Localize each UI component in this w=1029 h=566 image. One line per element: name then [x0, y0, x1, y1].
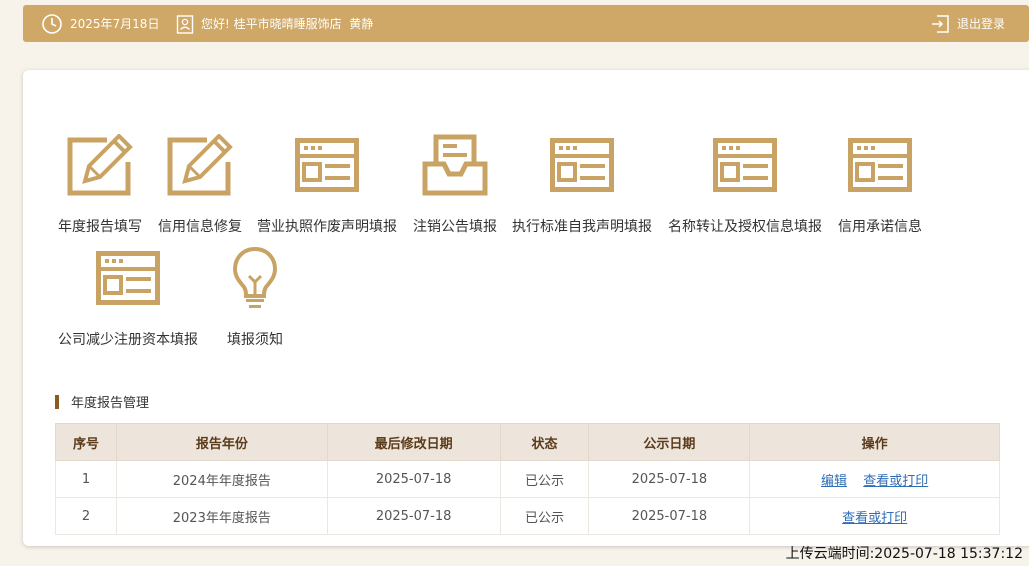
user-name: 黄静: [349, 17, 374, 31]
upload-time: 上传云端时间:2025-07-18 15:37:12: [785, 546, 1023, 562]
cell-status: 已公示: [499, 460, 590, 498]
cell-year: 2023年年度报告: [115, 497, 328, 535]
tile-credit-commitment[interactable]: 信用承诺信息: [838, 132, 922, 236]
edit-icon: [167, 134, 233, 196]
view-print-link[interactable]: 查看或打印: [842, 511, 907, 526]
cell-year: 2024年年度报告: [115, 460, 328, 498]
tile-label: 营业执照作废声明填报: [257, 219, 397, 235]
tile-annual-report[interactable]: 年度报告填写: [58, 132, 142, 236]
tile-label: 公司减少注册资本填报: [58, 332, 198, 348]
lightbulb-icon: [232, 246, 278, 308]
section-title: 年度报告管理: [55, 392, 149, 411]
tile-label: 年度报告填写: [58, 219, 142, 235]
greeting: 您好! 桂平市晓晴睡服饰店 黄静: [176, 14, 373, 34]
date-text: 2025年7月18日: [70, 17, 160, 31]
table-row: 2 2023年年度报告 2025-07-18 已公示 2025-07-18 查看…: [55, 497, 1000, 535]
form-window-icon: [550, 138, 614, 192]
cell-actions: 编辑 查看或打印: [749, 460, 1000, 498]
tile-capital-reduction[interactable]: 公司减少注册资本填报: [58, 245, 198, 349]
logout-label: 退出登录: [956, 17, 1005, 31]
section-marker: [55, 394, 59, 409]
cell-actions: 查看或打印: [749, 497, 1000, 535]
form-window-icon: [713, 138, 777, 192]
column-header: 状态: [499, 423, 590, 461]
tile-label: 执行标准自我声明填报: [512, 219, 652, 235]
column-header: 报告年份: [115, 423, 328, 461]
clock-icon: [42, 13, 62, 34]
table-row: 1 2024年年度报告 2025-07-18 已公示 2025-07-18 编辑…: [55, 460, 1000, 498]
cell-published: 2025-07-18: [588, 497, 751, 535]
tile-license-void[interactable]: 营业执照作废声明填报: [257, 132, 397, 236]
tile-label: 信用承诺信息: [838, 219, 922, 235]
view-print-link[interactable]: 查看或打印: [863, 474, 928, 489]
greeting-text: 您好! 桂平市晓晴睡服饰店: [201, 17, 342, 31]
tile-name-transfer[interactable]: 名称转让及授权信息填报: [668, 132, 822, 236]
cell-no: 2: [55, 497, 117, 535]
annual-report-table: 序号 报告年份 最后修改日期 状态 公示日期 操作 1 2024年年度报告 20…: [55, 423, 1000, 535]
tile-credit-repair[interactable]: 信用信息修复: [158, 132, 242, 236]
badge-icon: [176, 14, 194, 34]
cell-no: 1: [55, 460, 117, 498]
cell-status: 已公示: [499, 497, 590, 535]
tile-label: 信用信息修复: [158, 219, 242, 235]
table-header-row: 序号 报告年份 最后修改日期 状态 公示日期 操作: [55, 423, 1000, 461]
form-window-icon: [848, 138, 912, 192]
tile-label: 名称转让及授权信息填报: [668, 219, 822, 235]
logout-icon: [931, 14, 949, 33]
tile-standard-declaration[interactable]: 执行标准自我声明填报: [512, 132, 652, 236]
tile-cancellation-notice[interactable]: 注销公告填报: [413, 132, 497, 236]
cell-modified: 2025-07-18: [326, 460, 501, 498]
column-header: 操作: [749, 423, 1000, 461]
logout-button[interactable]: 退出登录: [930, 14, 1005, 34]
section-title-text: 年度报告管理: [71, 396, 150, 411]
tile-filing-guide[interactable]: 填报须知: [220, 245, 290, 349]
date-display: 2025年7月18日: [41, 13, 159, 35]
tile-label: 注销公告填报: [413, 219, 497, 235]
form-window-icon: [295, 138, 359, 192]
main-card: 年度报告填写 信用信息修复 营业执照作废声明填报 注销公告填报 执行标准自我声明…: [23, 70, 1029, 546]
column-header: 最后修改日期: [326, 423, 501, 461]
cell-published: 2025-07-18: [588, 460, 751, 498]
column-header: 序号: [55, 423, 117, 461]
inbox-tray-icon: [422, 134, 488, 196]
tile-label: 填报须知: [227, 332, 283, 348]
column-header: 公示日期: [588, 423, 751, 461]
cell-modified: 2025-07-18: [326, 497, 501, 535]
top-bar: 2025年7月18日 您好! 桂平市晓晴睡服饰店 黄静 退出登录: [23, 5, 1029, 42]
edit-link[interactable]: 编辑: [821, 474, 847, 489]
edit-icon: [67, 134, 133, 196]
form-window-icon: [96, 251, 160, 305]
